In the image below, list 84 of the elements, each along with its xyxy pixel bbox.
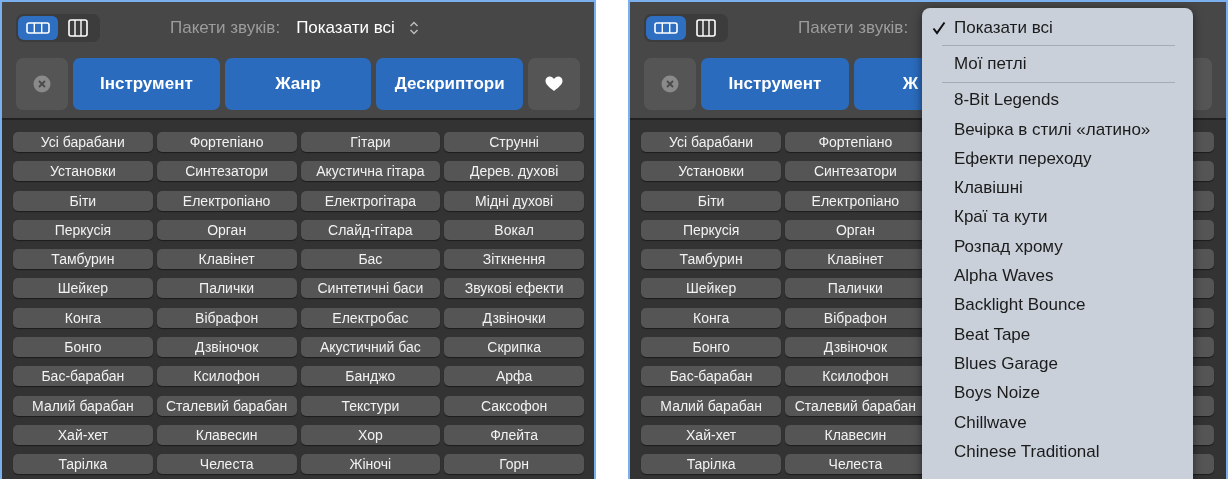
tag-button[interactable]: Електропіано <box>156 190 297 211</box>
rows-view-button[interactable] <box>646 16 686 40</box>
tag-button[interactable]: Челеста <box>156 454 297 475</box>
tag-button[interactable]: Синтезатори <box>156 161 297 182</box>
tag-button[interactable]: Усі барабани <box>641 132 782 152</box>
menu-item[interactable]: 8-Bit Legends <box>922 85 1193 115</box>
tag-button[interactable]: Електрогітара <box>300 190 441 211</box>
menu-item[interactable]: Мої петлі <box>922 49 1193 79</box>
tag-button[interactable]: Тамбурин <box>13 249 153 270</box>
filter-button[interactable]: Жанр <box>224 58 372 110</box>
tag-button[interactable]: Жіночі <box>300 454 441 475</box>
tag-button[interactable]: Біти <box>13 190 153 211</box>
rows-icon <box>654 22 678 34</box>
tag-button[interactable]: Вокал <box>444 219 584 240</box>
tag-button[interactable]: Біти <box>641 190 782 211</box>
menu-item[interactable]: Показати всі <box>922 13 1193 43</box>
filter-button[interactable]: Інструмент <box>73 58 220 110</box>
tag-button[interactable]: Палички <box>156 278 297 299</box>
tag-button[interactable]: Тарілка <box>641 454 782 475</box>
tag-button[interactable]: Бонго <box>641 337 782 358</box>
tag-button[interactable]: Конга <box>641 307 782 328</box>
tag-button[interactable]: Акустична гітара <box>300 161 441 182</box>
tag-button[interactable]: Орган <box>156 219 297 240</box>
tag-button[interactable]: Тарілка <box>13 454 153 475</box>
tag-button[interactable]: Саксофон <box>444 395 584 416</box>
tag-button[interactable]: Фортепіано <box>156 132 297 152</box>
tag-button[interactable]: Шейкер <box>641 278 782 299</box>
tag-button[interactable]: Тамбурин <box>641 249 782 270</box>
tag-button[interactable]: Установки <box>641 161 782 182</box>
tag-button[interactable]: Хай-хет <box>13 424 153 445</box>
tag-button[interactable]: Малий барабан <box>13 395 153 416</box>
tag-button[interactable]: Усі барабани <box>13 132 153 152</box>
tag-button[interactable]: Текстури <box>300 395 441 416</box>
clear-icon <box>661 75 679 93</box>
clear-icon <box>33 75 51 93</box>
columns-icon <box>68 19 88 37</box>
tag-button[interactable]: Електробас <box>300 307 441 328</box>
tag-button[interactable]: Вібрафон <box>156 307 297 328</box>
tag-button[interactable]: Перкусія <box>641 219 782 240</box>
tag-button[interactable]: Синтетичні баси <box>300 278 441 299</box>
tag-button[interactable]: Ксилофон <box>156 366 297 387</box>
tag-button[interactable]: Дерев. духові <box>444 161 584 182</box>
rows-view-button[interactable] <box>18 16 58 40</box>
sound-packs-label: Пакети звуків: <box>170 18 281 38</box>
tag-button[interactable]: Зіткнення <box>444 249 584 270</box>
tag-button[interactable]: Бас <box>300 249 441 270</box>
tag-button[interactable]: Клавінет <box>156 249 297 270</box>
tag-button[interactable]: Струнні <box>444 132 584 152</box>
tag-button[interactable]: Флейта <box>444 424 584 445</box>
sound-packs-popup[interactable]: Показати всі <box>296 18 419 38</box>
tag-button[interactable]: Сталевий барабан <box>156 395 297 416</box>
tag-button[interactable]: Установки <box>13 161 153 182</box>
tag-button[interactable]: Мідні духові <box>444 190 584 211</box>
tag-button[interactable]: Хор <box>300 424 441 445</box>
tag-button[interactable]: Гітари <box>300 132 441 152</box>
rows-icon <box>26 22 50 34</box>
tag-button[interactable]: Перкусія <box>13 219 153 240</box>
filter-button[interactable]: Інструмент <box>701 58 849 110</box>
tag-button[interactable]: Конга <box>13 307 153 328</box>
view-toggle[interactable] <box>644 14 728 42</box>
tag-button[interactable]: Малий барабан <box>641 395 782 416</box>
tag-button[interactable]: Звукові ефекти <box>444 278 584 299</box>
tag-button[interactable]: Арфа <box>444 366 584 387</box>
tag-button[interactable]: Хай-хет <box>641 424 782 445</box>
tag-button[interactable]: Бас-барабан <box>13 366 153 387</box>
tag-button[interactable]: Дзвіночки <box>444 307 584 328</box>
view-toggle[interactable] <box>16 14 100 42</box>
tag-button[interactable]: Бас-барабан <box>641 366 782 387</box>
favorites-button[interactable] <box>528 58 580 110</box>
tag-button[interactable]: Шейкер <box>13 278 153 299</box>
tag-button[interactable]: Слайд-гітара <box>300 219 441 240</box>
tag-button[interactable]: Бонго <box>13 337 153 358</box>
tag-button[interactable]: Акустичний бас <box>300 337 441 358</box>
tag-button[interactable]: Скрипка <box>444 337 584 358</box>
filter-button[interactable]: Ж <box>854 58 924 110</box>
chevron-icon <box>408 20 419 36</box>
tag-button[interactable]: Горн <box>444 454 584 475</box>
tag-button[interactable]: Дзвіночок <box>156 337 297 358</box>
tag-button[interactable]: Банджо <box>300 366 441 387</box>
tag-button[interactable]: Клавесин <box>156 424 297 445</box>
filter-button[interactable]: Дескриптори <box>376 58 523 110</box>
sound-packs-label: Пакети звуків: <box>798 18 909 38</box>
heart-icon <box>545 76 563 92</box>
columns-icon <box>696 19 716 37</box>
